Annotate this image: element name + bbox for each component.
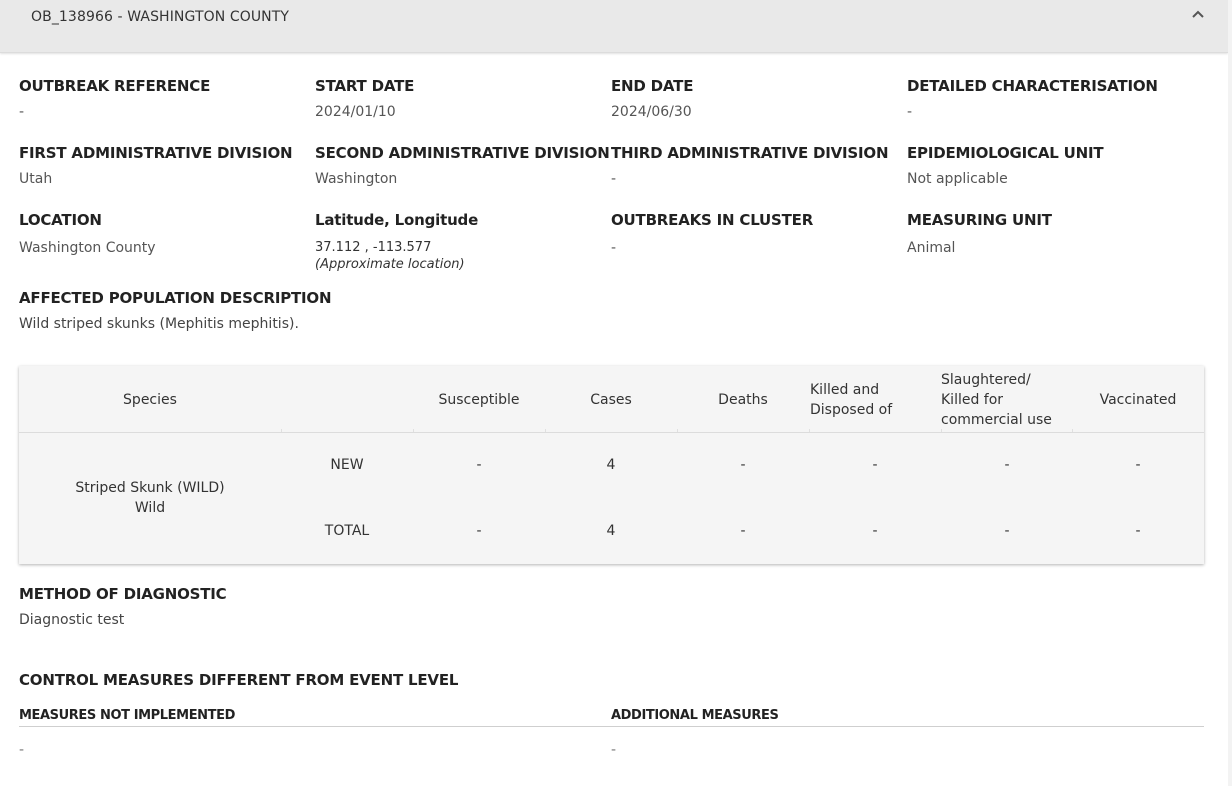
field-third-admin-division: THIRD ADMINISTRATIVE DIVISION -	[611, 144, 889, 187]
first-admin-division-value: Utah	[19, 171, 53, 187]
end-date-value: 2024/06/30	[611, 104, 692, 120]
lat-long-value: 37.112 , -113.577	[315, 240, 432, 255]
second-admin-division-value: Washington	[315, 171, 398, 187]
detailed-characterisation-value: -	[907, 104, 913, 120]
outbreak-reference-label: OUTBREAK REFERENCE	[19, 77, 211, 95]
scrollbar[interactable]	[1228, 0, 1232, 786]
location-value: Washington County	[19, 240, 156, 256]
row-new-cases: 4	[606, 457, 616, 473]
row-total-cases: 4	[606, 523, 616, 539]
end-date-label: END DATE	[611, 77, 694, 95]
detailed-characterisation-label: DETAILED CHARACTERISATION	[907, 77, 1158, 95]
affected-population-label: AFFECTED POPULATION DESCRIPTION	[19, 289, 332, 307]
header-species: Species	[123, 392, 177, 408]
field-outbreak-reference: OUTBREAK REFERENCE -	[19, 77, 210, 120]
outbreaks-in-cluster-label: OUTBREAKS IN CLUSTER	[611, 211, 814, 229]
third-admin-division-value: -	[611, 171, 617, 187]
header-vaccinated: Vaccinated	[1099, 392, 1177, 408]
field-end-date: END DATE 2024/06/30	[611, 77, 693, 120]
epidemiological-unit-label: EPIDEMIOLOGICAL UNIT	[907, 144, 1104, 162]
row-total-slaughtered: -	[1004, 523, 1010, 539]
row-total-label: TOTAL	[324, 523, 370, 539]
row-new-killed: -	[872, 457, 878, 473]
species-cell: Striped Skunk (WILD) Wild	[19, 478, 281, 518]
header-killed-disposed: Killed and Disposed of	[810, 380, 940, 420]
outbreak-reference-value: -	[19, 104, 25, 120]
field-start-date: START DATE 2024/01/10	[315, 77, 414, 120]
control-measures-divider	[19, 726, 1204, 727]
row-new-slaughtered: -	[1004, 457, 1010, 473]
outbreak-header[interactable]: OB_138966 - WASHINGTON COUNTY	[0, 0, 1228, 53]
method-diagnostic-value: Diagnostic test	[19, 612, 125, 628]
row-total-vaccinated: -	[1135, 523, 1141, 539]
row-new-vaccinated: -	[1135, 457, 1141, 473]
field-second-admin-division: SECOND ADMINISTRATIVE DIVISION Washingto…	[315, 144, 610, 187]
header-deaths: Deaths	[718, 392, 768, 408]
field-epidemiological-unit: EPIDEMIOLOGICAL UNIT Not applicable	[907, 144, 1104, 187]
measures-not-implemented-value: -	[19, 742, 25, 758]
header-killed-line1: Killed and	[810, 382, 880, 398]
header-susceptible: Susceptible	[438, 392, 520, 408]
method-diagnostic-label: METHOD OF DIAGNOSTIC	[19, 585, 227, 603]
header-killed-line2: Disposed of	[810, 402, 893, 418]
measuring-unit-value: Animal	[907, 240, 956, 256]
affected-population-value: Wild striped skunks (Mephitis mephitis).	[19, 316, 299, 332]
header-cases: Cases	[590, 392, 632, 408]
epidemiological-unit-value: Not applicable	[907, 171, 1008, 187]
field-lat-long: Latitude, Longitude 37.112 , -113.577 (A…	[315, 211, 478, 272]
table-header-divider	[19, 432, 1204, 433]
header-slaughtered-line3: commercial use	[941, 412, 1052, 428]
additional-measures-label: ADDITIONAL MEASURES	[611, 708, 779, 723]
row-total-killed: -	[872, 523, 878, 539]
field-measuring-unit: MEASURING UNIT Animal	[907, 211, 1052, 256]
row-new-susceptible: -	[476, 457, 482, 473]
species-table: Species Susceptible Cases Deaths Killed …	[19, 366, 1204, 564]
start-date-label: START DATE	[315, 77, 415, 95]
species-type: Wild	[134, 500, 166, 516]
lat-long-label: Latitude, Longitude	[315, 211, 479, 229]
header-slaughtered: Slaughtered/ Killed for commercial use	[941, 370, 1071, 430]
control-measures-title: CONTROL MEASURES DIFFERENT FROM EVENT LE…	[19, 671, 459, 689]
field-first-admin-division: FIRST ADMINISTRATIVE DIVISION Utah	[19, 144, 293, 187]
field-detailed-characterisation: DETAILED CHARACTERISATION -	[907, 77, 1158, 120]
location-label: LOCATION	[19, 211, 102, 229]
measures-not-implemented-label: MEASURES NOT IMPLEMENTED	[19, 708, 236, 723]
row-new-deaths: -	[740, 457, 746, 473]
lat-long-note: (Approximate location)	[315, 257, 465, 272]
start-date-value: 2024/01/10	[315, 104, 396, 120]
outbreak-title: OB_138966 - WASHINGTON COUNTY	[31, 9, 290, 25]
field-location: LOCATION Washington County	[19, 211, 156, 256]
species-name: Striped Skunk (WILD)	[75, 480, 225, 496]
outbreaks-in-cluster-value: -	[611, 240, 617, 256]
measuring-unit-label: MEASURING UNIT	[907, 211, 1052, 229]
header-slaughtered-line1: Slaughtered/	[941, 372, 1031, 388]
row-total-deaths: -	[740, 523, 746, 539]
row-total-susceptible: -	[476, 523, 482, 539]
second-admin-division-label: SECOND ADMINISTRATIVE DIVISION	[315, 144, 610, 162]
row-new-label: NEW	[330, 457, 364, 473]
field-affected-population: AFFECTED POPULATION DESCRIPTION Wild str…	[19, 289, 332, 332]
chevron-up-icon[interactable]	[1190, 6, 1206, 22]
third-admin-division-label: THIRD ADMINISTRATIVE DIVISION	[611, 144, 889, 162]
first-admin-division-label: FIRST ADMINISTRATIVE DIVISION	[19, 144, 293, 162]
header-slaughtered-line2: Killed for	[941, 392, 1004, 408]
additional-measures-value: -	[611, 742, 617, 758]
field-outbreaks-in-cluster: OUTBREAKS IN CLUSTER -	[611, 211, 813, 256]
field-method-diagnostic: METHOD OF DIAGNOSTIC Diagnostic test	[19, 585, 227, 628]
